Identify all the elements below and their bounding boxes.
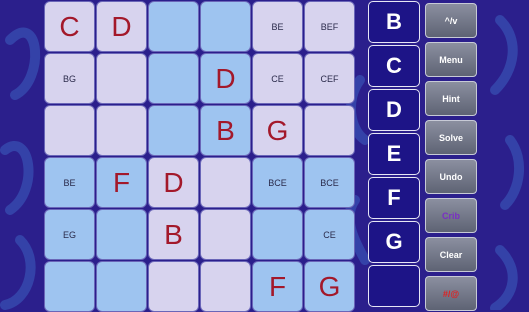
grid-cell-r2-c2[interactable] <box>96 53 147 104</box>
pick-letter-c-button[interactable]: C <box>368 45 420 87</box>
grid-cell-r6-c3[interactable] <box>148 261 199 312</box>
grid-cell-r2-c1[interactable]: BG <box>44 53 95 104</box>
grid-cell-r6-c5[interactable]: F <box>252 261 303 312</box>
grid-cell-r5-c4[interactable] <box>200 209 251 260</box>
grid-cell-r1-c4[interactable] <box>200 1 251 52</box>
mark-button[interactable]: #/@ <box>425 276 477 311</box>
undo-button[interactable]: Undo <box>425 159 477 194</box>
grid-cell-r4-c6[interactable]: BCE <box>304 157 355 208</box>
grid-cell-r4-c4[interactable] <box>200 157 251 208</box>
grid-cell-r2-c5[interactable]: CE <box>252 53 303 104</box>
grid-cell-r6-c1[interactable] <box>44 261 95 312</box>
grid-cell-r5-c1[interactable]: EG <box>44 209 95 260</box>
solve-button[interactable]: Solve <box>425 120 477 155</box>
grid-cell-r4-c5[interactable]: BCE <box>252 157 303 208</box>
grid-cell-r3-c5[interactable]: G <box>252 105 303 156</box>
puzzle-grid: C D BE BEF BG D CE CEF B G BE F D BCE BCE EG B CE F G <box>44 1 355 312</box>
grid-cell-r6-c6[interactable]: G <box>304 261 355 312</box>
grid-cell-r2-c6[interactable]: CEF <box>304 53 355 104</box>
grid-cell-r4-c2[interactable]: F <box>96 157 147 208</box>
crib-button[interactable]: Crib <box>425 198 477 233</box>
grid-cell-r3-c1[interactable] <box>44 105 95 156</box>
grid-cell-r4-c1[interactable]: BE <box>44 157 95 208</box>
grid-cell-r1-c2[interactable]: D <box>96 1 147 52</box>
grid-cell-r3-c2[interactable] <box>96 105 147 156</box>
grid-cell-r5-c6[interactable]: CE <box>304 209 355 260</box>
pick-letter-f-button[interactable]: F <box>368 177 420 219</box>
grid-cell-r3-c4[interactable]: B <box>200 105 251 156</box>
grid-cell-r1-c3[interactable] <box>148 1 199 52</box>
toggle-button[interactable]: ^/v <box>425 3 477 38</box>
letter-picker: BCDEFG <box>368 1 420 307</box>
grid-cell-r5-c2[interactable] <box>96 209 147 260</box>
control-buttons: ^/v Menu Hint Solve Undo Crib Clear #/@ <box>425 3 477 311</box>
pick-letter-d-button[interactable]: D <box>368 89 420 131</box>
grid-cell-r3-c3[interactable] <box>148 105 199 156</box>
grid-cell-r5-c3[interactable]: B <box>148 209 199 260</box>
grid-cell-r1-c5[interactable]: BE <box>252 1 303 52</box>
menu-button[interactable]: Menu <box>425 42 477 77</box>
grid-cell-r6-c2[interactable] <box>96 261 147 312</box>
hint-button[interactable]: Hint <box>425 81 477 116</box>
pick-letter-e-button[interactable]: E <box>368 133 420 175</box>
grid-cell-r6-c4[interactable] <box>200 261 251 312</box>
pick-blank-button[interactable] <box>368 265 420 307</box>
grid-cell-r3-c6[interactable] <box>304 105 355 156</box>
pick-letter-b-button[interactable]: B <box>368 1 420 43</box>
grid-cell-r5-c5[interactable] <box>252 209 303 260</box>
clear-button[interactable]: Clear <box>425 237 477 272</box>
grid-cell-r2-c4[interactable]: D <box>200 53 251 104</box>
pick-letter-g-button[interactable]: G <box>368 221 420 263</box>
grid-cell-r4-c3[interactable]: D <box>148 157 199 208</box>
grid-cell-r1-c6[interactable]: BEF <box>304 1 355 52</box>
grid-cell-r1-c1[interactable]: C <box>44 1 95 52</box>
grid-cell-r2-c3[interactable] <box>148 53 199 104</box>
